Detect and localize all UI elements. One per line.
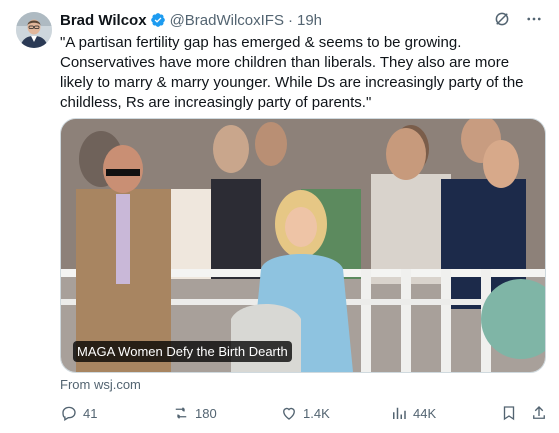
- tweet-text: "A partisan fertility gap has emerged & …: [60, 34, 528, 111]
- bookmark-button[interactable]: [500, 403, 523, 423]
- link-card[interactable]: MAGA Women Defy the Birth Dearth: [60, 118, 546, 373]
- tweet-timestamp[interactable]: 19h: [297, 12, 322, 29]
- tweet: Brad Wilcox @BradWilcoxIFS · 19h "A part…: [0, 0, 559, 433]
- share-button[interactable]: [530, 403, 553, 423]
- verified-badge-icon: [150, 12, 166, 28]
- tweet-header: Brad Wilcox @BradWilcoxIFS · 19h: [60, 10, 322, 30]
- avatar[interactable]: [16, 12, 52, 48]
- views-icon: [393, 407, 406, 419]
- avatar-image: [16, 12, 52, 48]
- more-options-icon[interactable]: [525, 10, 543, 28]
- heart-icon: [283, 407, 295, 420]
- repost-button[interactable]: 180: [172, 403, 217, 423]
- like-button[interactable]: 1.4K: [280, 403, 330, 423]
- card-source[interactable]: From wsj.com: [60, 377, 141, 392]
- tweet-top-icons: [493, 10, 543, 28]
- views-count: 44K: [413, 405, 437, 421]
- tweet-actions: 41 180 1.4K 44K: [60, 403, 545, 423]
- views-button[interactable]: 44K: [390, 403, 436, 423]
- reply-icon: [62, 406, 76, 421]
- like-count: 1.4K: [303, 405, 330, 421]
- repost-icon: [175, 407, 187, 419]
- author-name[interactable]: Brad Wilcox: [60, 12, 147, 29]
- card-headline[interactable]: MAGA Women Defy the Birth Dearth: [73, 341, 292, 362]
- reply-count: 41: [83, 405, 98, 421]
- card-image: [61, 119, 545, 372]
- share-icon: [533, 406, 545, 419]
- grok-icon[interactable]: [493, 10, 511, 28]
- bookmark-icon: [503, 406, 515, 421]
- repost-count: 180: [195, 405, 217, 421]
- author-handle[interactable]: @BradWilcoxIFS: [170, 12, 284, 29]
- reply-button[interactable]: 41: [60, 403, 97, 423]
- separator-dot: ·: [287, 11, 293, 29]
